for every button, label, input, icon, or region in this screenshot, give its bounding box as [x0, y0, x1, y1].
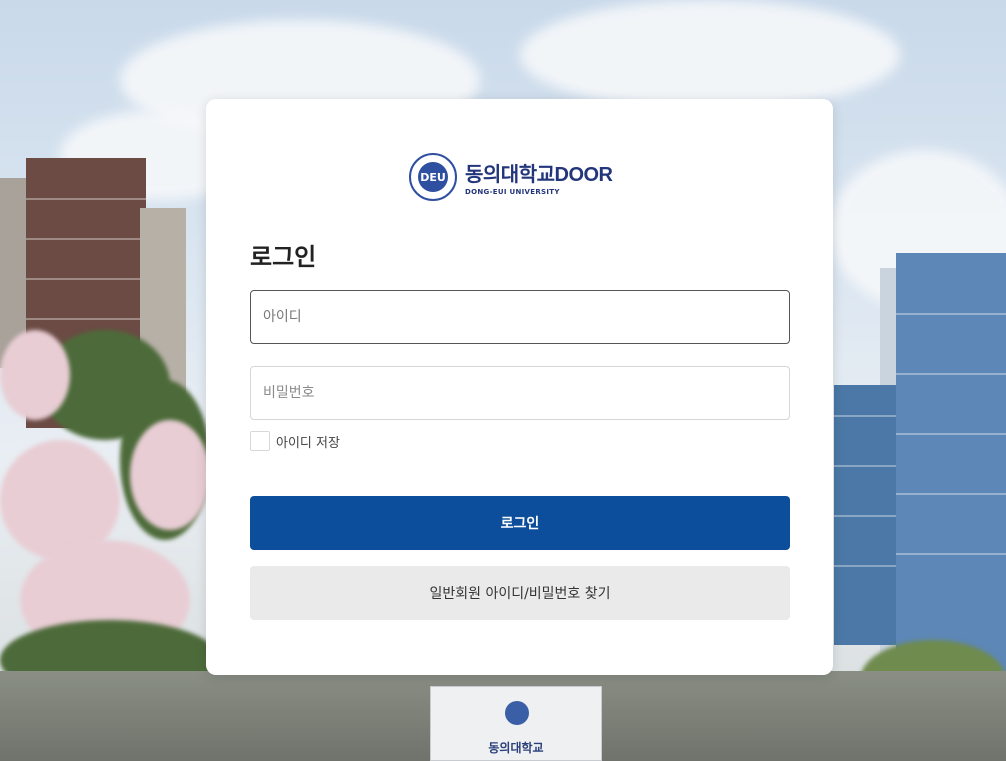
- login-heading: 로그인: [250, 243, 317, 271]
- password-input[interactable]: [250, 366, 790, 420]
- university-emblem-icon: DEU: [409, 153, 457, 201]
- logo-brand: DOOR: [554, 164, 614, 186]
- university-logo: DEU 동의대학교DOOR DONG-EUI UNIVERSITY: [409, 153, 613, 201]
- logo-subtitle: DONG-EUI UNIVERSITY: [465, 188, 560, 196]
- remember-id-toggle[interactable]: 아이디 저장: [250, 431, 340, 451]
- login-card: DEU 동의대학교DOOR DONG-EUI UNIVERSITY 로그인 아이…: [206, 99, 833, 675]
- find-account-button[interactable]: 일반회원 아이디/비밀번호 찾기: [250, 566, 790, 620]
- logo-title: 동의대학교DOOR: [465, 158, 613, 187]
- campus-gate-sign: 동의대학교: [430, 686, 602, 761]
- user-id-input[interactable]: [250, 290, 790, 344]
- login-button[interactable]: 로그인: [250, 496, 790, 550]
- remember-id-label: 아이디 저장: [276, 435, 340, 451]
- remember-id-checkbox[interactable]: [250, 431, 270, 451]
- gate-sign-text: 동의대학교: [488, 741, 544, 755]
- logo-title-ko: 동의대학교: [465, 162, 555, 186]
